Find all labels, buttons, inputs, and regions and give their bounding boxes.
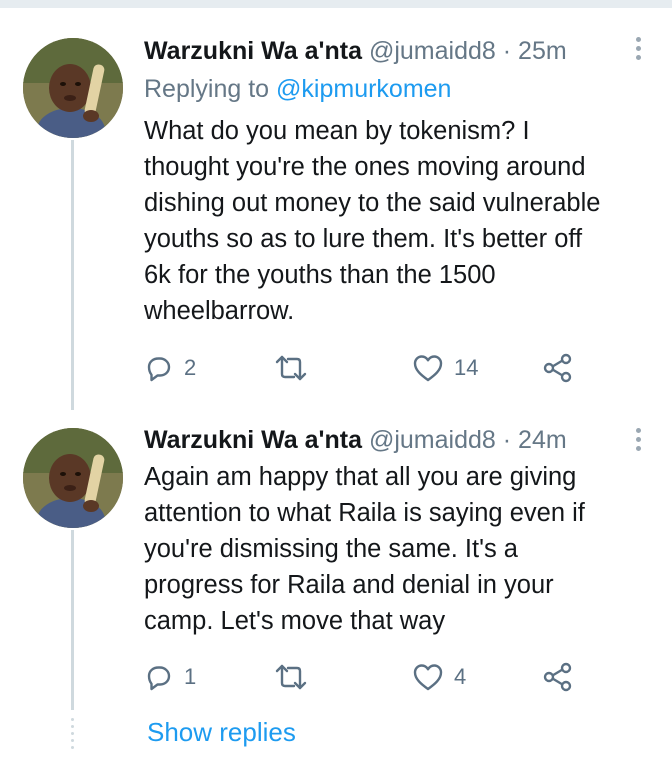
show-replies-link[interactable]: Show replies [147,717,296,748]
tweet-text-line: attention to what Raila is saying even i… [144,499,585,527]
heart-icon [413,664,443,691]
avatar[interactable] [23,38,123,138]
tweet-text-line: What do you mean by tokenism? I [144,117,530,145]
action-bar: 2 14 [144,350,614,386]
share-nodes-icon [543,662,572,692]
tweet-text-line: Again am happy that all you are giving [144,463,577,491]
tweet-header: Warzukni Wa a'nta @jumaidd8 · 24m [144,424,567,456]
heart-icon [413,355,443,382]
like-button[interactable]: 14 [412,350,478,386]
tweet-text-line: you're dismissing the same. It's a [144,535,518,563]
speech-bubble-icon [147,666,171,691]
retweet-arrows-icon [275,664,307,690]
timestamp[interactable]: 25m [518,37,567,65]
retweet-button[interactable] [274,659,308,695]
tweet-text-line: camp. Let's move that way [144,607,446,635]
tweet-text-line: wheelbarrow. [144,297,295,325]
timestamp[interactable]: 24m [518,426,567,454]
avatar-photo [23,428,123,528]
share-nodes-icon [543,353,572,383]
retweet-button[interactable] [274,350,308,386]
replying-to-prefix: Replying to [144,75,277,103]
tweet-text-line: thought you're the ones moving around [144,153,586,181]
tweet-text-line: 6k for the youths than the 1500 [144,261,496,289]
author-handle[interactable]: @jumaidd8 [369,37,496,65]
mention-link[interactable]: @kipmurkomen [276,75,451,103]
separator: · [502,37,512,65]
vertical-dots-icon[interactable] [636,428,644,455]
avatar[interactable] [23,428,123,528]
tweet-text-line: dishing out money to the said vulnerable [144,189,601,217]
speech-bubble-icon [147,357,171,382]
reply-count: 1 [184,664,197,689]
top-divider [0,0,672,8]
thread-line [71,530,74,710]
like-count: 4 [454,664,467,689]
vertical-dots-icon[interactable] [636,37,644,64]
thread-continuation-dots [70,718,75,753]
reply-button[interactable]: 1 [144,659,196,695]
tweet-text: What do you mean by tokenism? I thought … [144,113,644,329]
share-button[interactable] [542,659,574,695]
retweet-arrows-icon [275,355,307,381]
tweet-text-line: youths so as to lure them. It's better o… [144,225,583,253]
author-name[interactable]: Warzukni Wa a'nta [144,37,362,65]
thread-line [71,140,74,410]
like-count: 14 [454,355,479,380]
action-bar: 1 4 [144,659,614,695]
share-button[interactable] [542,350,574,386]
separator: · [502,426,512,454]
author-handle[interactable]: @jumaidd8 [369,426,496,454]
reply-button[interactable]: 2 [144,350,196,386]
avatar-photo [23,38,123,138]
tweet-text-line: progress for Raila and denial in your [144,571,554,599]
like-button[interactable]: 4 [412,659,466,695]
reply-count: 2 [184,355,197,380]
author-name[interactable]: Warzukni Wa a'nta [144,426,362,454]
replying-to: Replying to @kipmurkomen [144,72,451,106]
tweet-header: Warzukni Wa a'nta @jumaidd8 · 25m [144,35,567,67]
tweet-text: Again am happy that all you are giving a… [144,459,644,639]
